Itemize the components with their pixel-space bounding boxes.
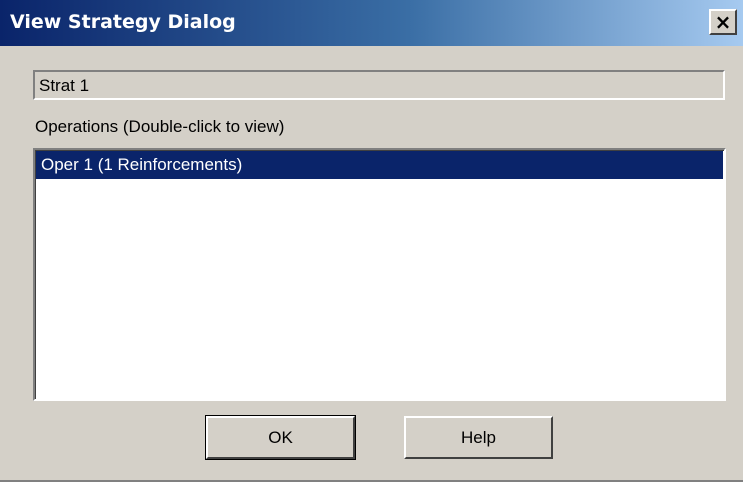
help-button[interactable]: Help [404, 416, 553, 459]
operations-list[interactable]: Oper 1 (1 Reinforcements) [33, 148, 726, 401]
close-button[interactable]: × [709, 9, 737, 35]
operations-label: Operations (Double-click to view) [35, 117, 285, 136]
ok-button[interactable]: OK [205, 415, 356, 460]
view-strategy-dialog: View Strategy Dialog × Strat 1 Operation… [0, 0, 743, 482]
title-bar[interactable]: View Strategy Dialog × [0, 0, 743, 46]
window-title: View Strategy Dialog [10, 11, 236, 33]
list-item[interactable]: Oper 1 (1 Reinforcements) [36, 151, 723, 179]
close-icon: × [714, 10, 732, 34]
strategy-name-field: Strat 1 [33, 70, 725, 100]
